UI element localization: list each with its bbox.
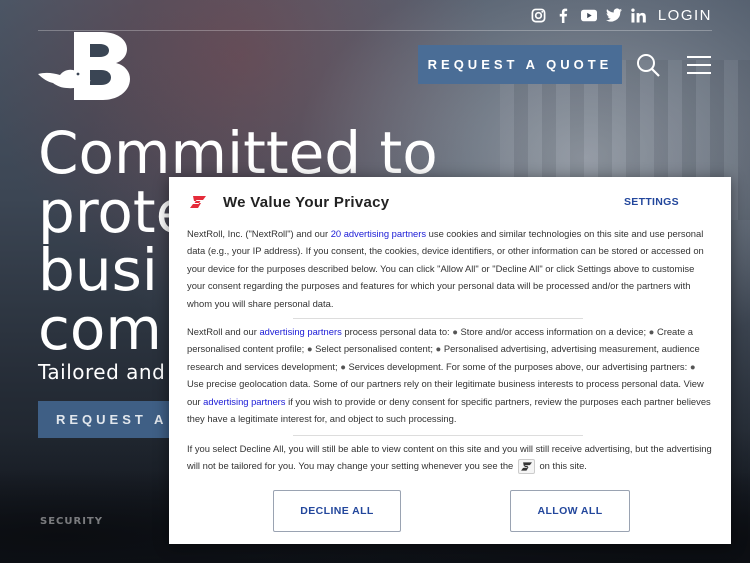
purpose-item: Services development. For some of the pu… — [348, 360, 690, 372]
hero-title-line: Committed to — [38, 119, 438, 187]
consent-purposes-text: NextRoll and our advertising partners pr… — [187, 323, 713, 427]
hero-subtitle: Tailored and — [38, 360, 166, 384]
hero-security-badge: SECURITY — [40, 516, 103, 527]
advertising-partners-link[interactable]: advertising partners — [259, 326, 341, 337]
request-quote-button[interactable]: REQUEST A QUOTE — [418, 45, 622, 84]
bullet-icon: ● — [452, 326, 458, 337]
youtube-icon[interactable] — [580, 7, 597, 23]
text-segment: NextRoll, Inc. ("NextRoll") and our — [187, 228, 331, 239]
text-segment: NextRoll and our — [187, 326, 260, 337]
advertising-partners-link[interactable]: advertising partners — [203, 396, 285, 407]
bullet-icon: ● — [340, 360, 346, 372]
divider — [293, 318, 583, 319]
text-segment: on this site. — [536, 460, 587, 472]
text-segment: process personal data to: — [341, 326, 453, 337]
site-logo[interactable] — [36, 30, 134, 102]
dialog-title: We Value Your Privacy — [223, 194, 390, 211]
text-segment: If you select Decline All, you will stil… — [187, 443, 712, 472]
bullet-icon: ● — [306, 343, 313, 355]
purpose-item: Select personalised content; — [315, 343, 436, 355]
text-segment: use cookies and similar technologies on … — [187, 228, 704, 309]
social-bar: LOGIN — [531, 6, 712, 24]
allow-all-button[interactable]: ALLOW ALL — [510, 490, 630, 532]
privacy-consent-dialog: We Value Your Privacy SETTINGS NextRoll,… — [169, 177, 731, 544]
nextroll-settings-icon — [517, 459, 535, 475]
header-divider — [38, 30, 712, 31]
twitter-icon[interactable] — [605, 7, 622, 23]
divider — [293, 435, 583, 436]
consent-decline-info-text: If you select Decline All, you will stil… — [187, 440, 713, 475]
login-link[interactable]: LOGIN — [658, 7, 712, 24]
facebook-icon[interactable] — [556, 7, 572, 23]
bullet-icon: ● — [648, 326, 655, 337]
instagram-icon[interactable] — [531, 7, 547, 23]
nextroll-logo-icon — [187, 194, 209, 210]
advertising-partners-count-link[interactable]: 20 advertising partners — [331, 228, 426, 239]
linkedin-icon[interactable] — [631, 7, 647, 23]
decline-all-button[interactable]: DECLINE ALL — [273, 490, 401, 532]
purpose-item: Store and/or access information on a dev… — [460, 326, 649, 337]
settings-link[interactable]: SETTINGS — [624, 196, 679, 208]
consent-intro-text: NextRoll, Inc. ("NextRoll") and our 20 a… — [187, 225, 713, 312]
bullet-icon: ● — [689, 360, 696, 372]
bullet-icon: ● — [435, 343, 442, 355]
hamburger-menu-icon[interactable] — [687, 55, 711, 75]
search-icon[interactable] — [636, 53, 660, 77]
